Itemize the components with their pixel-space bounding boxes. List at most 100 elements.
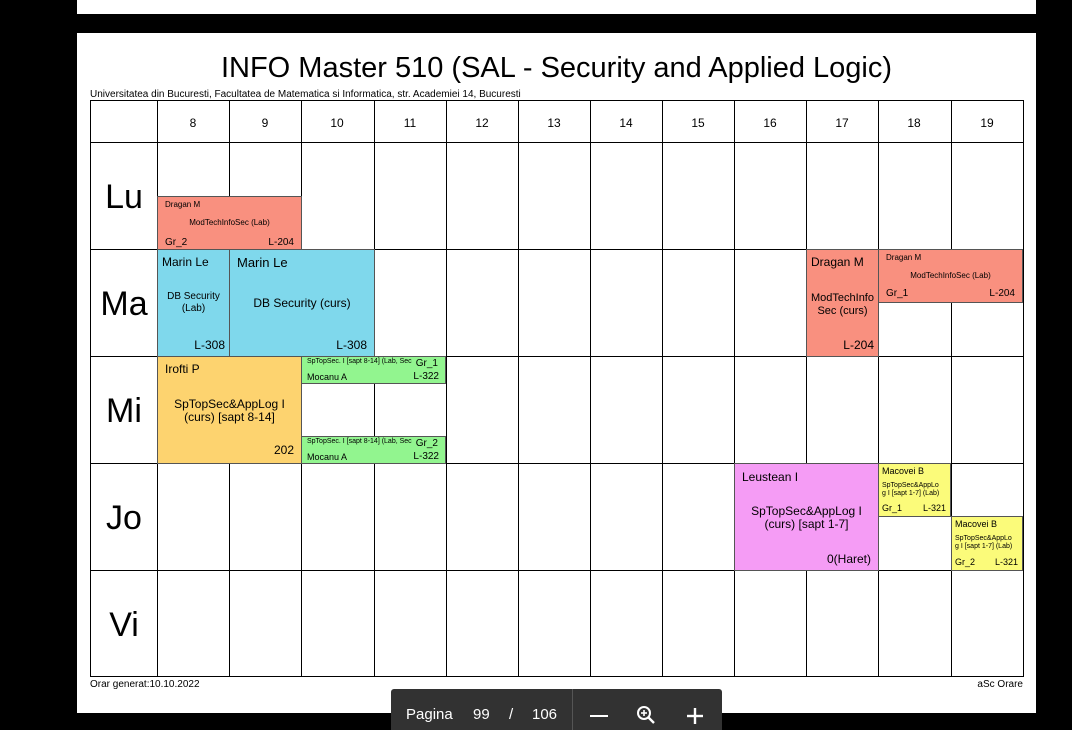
zoom-out-icon[interactable]: [590, 715, 608, 717]
hour-header: 13: [547, 116, 561, 130]
hour-header: 17: [835, 116, 849, 130]
class-block[interactable]: Leustean I SpTopSec&AppLog I (curs) [sap…: [734, 463, 879, 571]
hour-header: 18: [907, 116, 921, 130]
current-page-input[interactable]: 99: [473, 706, 490, 723]
previous-page-edge: [77, 0, 1036, 14]
course-name: ModTechInfoSec (Lab): [189, 218, 270, 227]
pdf-viewer-toolbar: Pagina 99 / 106: [391, 689, 722, 730]
teacher-name: Leustean I: [742, 470, 799, 484]
class-block[interactable]: Macovei B SpTopSec&AppLo g I [sapt 1-7] …: [878, 463, 951, 517]
hour-header: 9: [261, 116, 269, 130]
grid-line: [374, 101, 375, 676]
room-label: L-322: [413, 451, 439, 462]
course-name: SpTopSec&AppLo: [955, 535, 1012, 542]
group-label: Gr_1: [886, 288, 909, 299]
group-label: Gr_1: [415, 358, 438, 369]
hour-header: 15: [691, 116, 705, 130]
hour-header: 12: [475, 116, 489, 130]
grid-line: [590, 101, 591, 676]
class-block[interactable]: SpTopSec. I [sapt 8-14] (Lab, Sec Gr_2 M…: [301, 436, 446, 464]
course-name: SpTopSec&AppLo: [882, 482, 939, 489]
group-label: Gr_1: [882, 503, 903, 513]
grid-line: [806, 101, 807, 676]
grid-line: [446, 101, 447, 676]
teacher-name: Macovei B: [882, 466, 925, 476]
hour-header: 19: [980, 116, 994, 130]
grid-line: [951, 101, 952, 676]
day-label: Mi: [106, 392, 142, 430]
class-block[interactable]: Dragan M ModTechInfo Sec (curs) L-204: [806, 249, 879, 357]
teacher-name: Marin Le: [237, 255, 288, 270]
grid-line: [662, 101, 663, 676]
hour-header: 8: [189, 116, 197, 130]
group-label: Gr_2: [955, 557, 976, 567]
page-label: Pagina: [406, 706, 453, 723]
class-block[interactable]: SpTopSec. I [sapt 8-14] (Lab, Sec Gr_1 M…: [301, 356, 446, 384]
class-block[interactable]: Irofti P SpTopSec&AppLog I (curs) [sapt …: [157, 356, 302, 464]
group-label: Gr_2: [165, 237, 188, 248]
course-name: SpTopSec. I [sapt 8-14] (Lab, Sec: [307, 438, 412, 445]
room-label: L-322: [413, 371, 439, 382]
day-label: Lu: [105, 178, 143, 216]
generated-date: Orar generat:10.10.2022: [90, 679, 200, 690]
day-label: Ma: [100, 285, 148, 323]
hour-header: 14: [619, 116, 633, 130]
teacher-name: Marin Le: [162, 255, 209, 269]
course-name: SpTopSec&AppLog I: [751, 504, 862, 518]
day-label: Vi: [109, 606, 139, 644]
teacher-name: Dragan M: [165, 200, 201, 209]
room-label: L-204: [989, 288, 1015, 299]
course-name: Sec (curs): [817, 305, 868, 317]
group-label: Gr_2: [415, 438, 438, 449]
timetable-grid: 8 9 10 11 12 13 14 15 16 17 18 19 Lu Ma …: [90, 100, 1024, 677]
generator-name: aSc Orare: [977, 679, 1023, 690]
course-name: g I [sapt 1-7] (Lab): [882, 490, 940, 497]
course-name: ModTechInfoSec (Lab): [910, 271, 991, 280]
teacher-name: Mocanu A: [307, 452, 348, 462]
zoom-fit-icon[interactable]: [636, 705, 656, 725]
day-label: Jo: [106, 499, 142, 537]
class-block[interactable]: Marin Le DB Security (curs) L-308: [229, 249, 375, 357]
course-name: DB Security: [167, 291, 220, 302]
room-label: L-321: [922, 503, 946, 513]
teacher-name: Dragan M: [811, 255, 864, 269]
class-block[interactable]: Dragan M ModTechInfoSec (Lab) Gr_2 L-204: [157, 196, 302, 250]
grid-line: [878, 101, 879, 676]
timetable-page: INFO Master 510 (SAL - Security and Appl…: [77, 33, 1036, 713]
grid-line: [91, 142, 1023, 143]
course-name: (Lab): [181, 303, 206, 314]
toolbar-divider: [572, 689, 573, 730]
course-name: SpTopSec. I [sapt 8-14] (Lab, Sec: [307, 358, 412, 365]
grid-line: [91, 570, 1023, 571]
room-label: 202: [273, 443, 294, 457]
page-title: INFO Master 510 (SAL - Security and Appl…: [220, 52, 893, 84]
course-name: (curs) [sapt 8-14]: [184, 410, 275, 424]
room-label: L-308: [194, 338, 225, 352]
room-label: L-321: [994, 557, 1018, 567]
room-label: 0(Haret): [826, 552, 871, 566]
class-block[interactable]: Macovei B SpTopSec&AppLo g I [sapt 1-7] …: [951, 516, 1023, 571]
teacher-name: Mocanu A: [307, 372, 348, 382]
course-name: ModTechInfo: [811, 292, 874, 304]
grid-line: [734, 101, 735, 676]
room-label: L-308: [336, 338, 367, 352]
class-block[interactable]: Dragan M ModTechInfoSec (Lab) Gr_1 L-204: [878, 249, 1023, 303]
course-name: g I [sapt 1-7] (Lab): [955, 543, 1013, 550]
course-name: (curs) [sapt 1-7]: [764, 517, 849, 531]
hour-header: 11: [403, 116, 417, 130]
teacher-name: Irofti P: [165, 362, 200, 376]
teacher-name: Dragan M: [886, 253, 922, 262]
class-block[interactable]: Marin Le DB Security (Lab) L-308: [157, 249, 230, 357]
teacher-name: Macovei B: [955, 519, 998, 529]
room-label: L-204: [268, 237, 294, 248]
room-label: L-204: [843, 338, 874, 352]
hour-header: 10: [330, 116, 344, 130]
course-name: SpTopSec&AppLog I: [174, 397, 285, 411]
zoom-in-icon[interactable]: [685, 706, 705, 726]
total-pages: 106: [532, 706, 558, 723]
page-separator: /: [509, 706, 514, 723]
page-subtitle: Universitatea din Bucuresti, Facultatea …: [90, 89, 521, 100]
hour-header: 16: [763, 116, 777, 130]
grid-line: [518, 101, 519, 676]
course-name: DB Security (curs): [253, 296, 351, 310]
